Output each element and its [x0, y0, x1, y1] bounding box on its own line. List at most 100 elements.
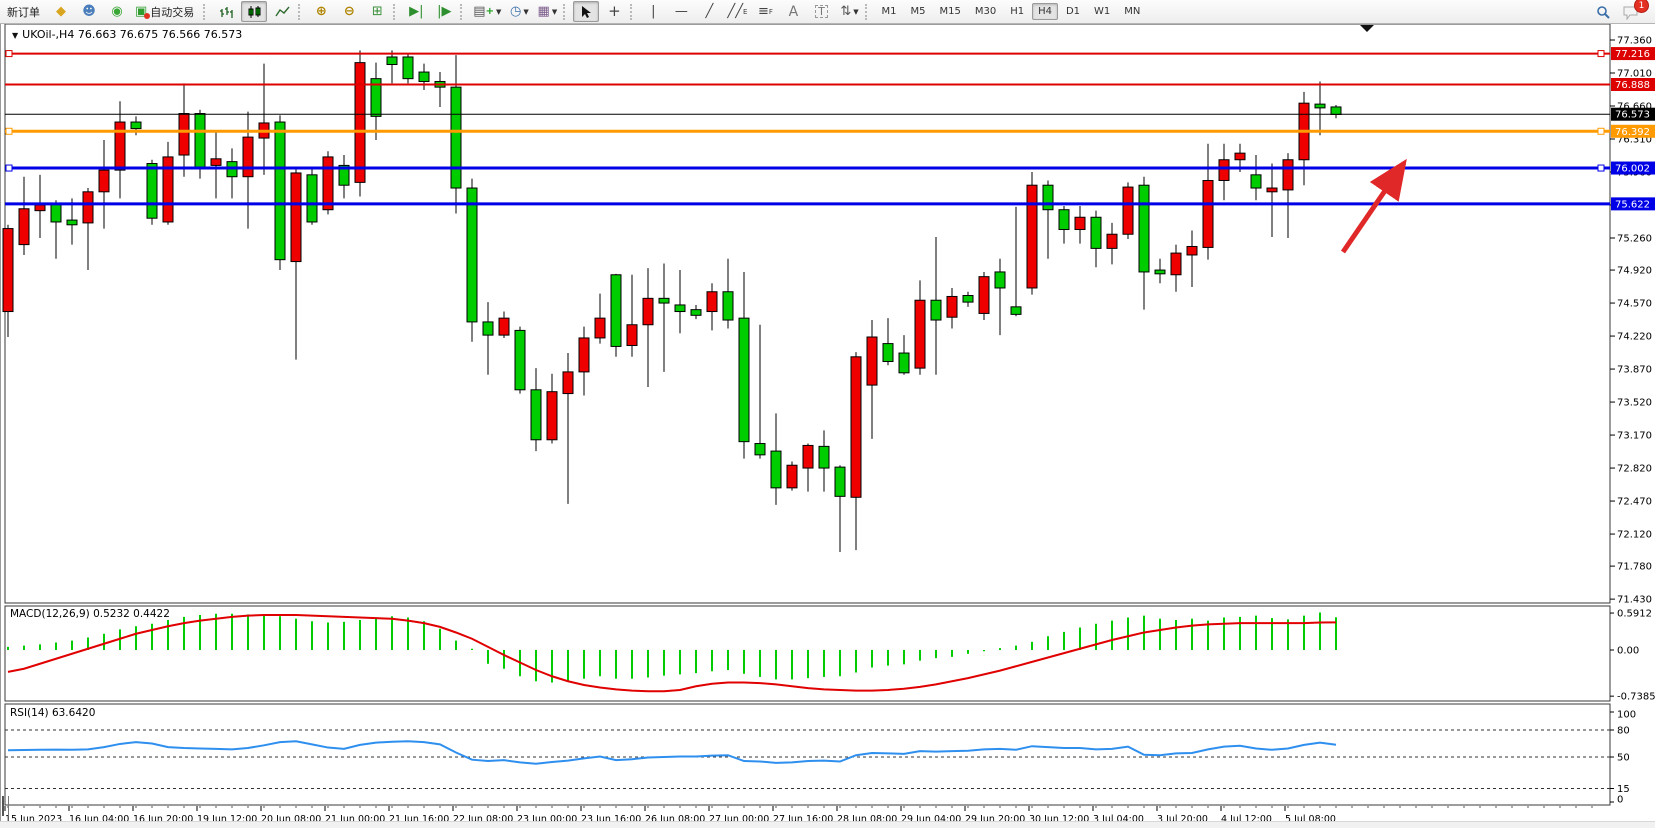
periods-button[interactable]: ◷▼	[506, 1, 532, 22]
candle-body[interactable]	[323, 157, 333, 210]
text-icon[interactable]: A	[780, 1, 806, 22]
line-handle[interactable]	[6, 51, 12, 57]
tile-windows-icon[interactable]: ⊞	[364, 1, 390, 22]
candle-body[interactable]	[403, 57, 413, 79]
candle-body[interactable]	[131, 122, 141, 129]
candle-body[interactable]	[451, 87, 461, 188]
candle-body[interactable]	[1075, 217, 1085, 229]
zoom-in-icon[interactable]: ⊕	[308, 1, 334, 22]
candle-body[interactable]	[931, 300, 941, 320]
candle-body[interactable]	[739, 318, 749, 442]
gold-doc-icon[interactable]: ◆	[48, 1, 74, 22]
line-handle[interactable]	[1598, 165, 1604, 171]
new-order-button[interactable]: 新订单	[1, 1, 46, 22]
candle-body[interactable]	[1155, 270, 1165, 274]
auto-scroll-icon[interactable]: ▶|	[403, 1, 429, 22]
zoom-out-icon[interactable]: ⊖	[336, 1, 362, 22]
hline-icon[interactable]: —	[668, 1, 694, 22]
candle-body[interactable]	[307, 175, 317, 222]
candle-body[interactable]	[1171, 253, 1181, 275]
template-button[interactable]: ▦▼	[534, 1, 560, 22]
candle-body[interactable]	[211, 159, 221, 166]
candle-body[interactable]	[515, 330, 525, 389]
candle-body[interactable]	[1123, 187, 1133, 234]
trendline-icon[interactable]: ╱	[696, 1, 722, 22]
candle-body[interactable]	[3, 229, 13, 312]
timeframe-button-m1[interactable]: M1	[875, 3, 902, 20]
candle-body[interactable]	[147, 164, 157, 219]
candle-body[interactable]	[851, 357, 861, 497]
candle-body[interactable]	[355, 63, 365, 183]
line-handle[interactable]	[1598, 128, 1604, 134]
cursor-icon[interactable]	[573, 1, 599, 22]
candle-body[interactable]	[963, 296, 973, 303]
signals-icon[interactable]: ◉	[104, 1, 130, 22]
candle-body[interactable]	[819, 446, 829, 468]
candle-body[interactable]	[755, 444, 765, 455]
candle-body[interactable]	[1203, 180, 1213, 247]
candle-body[interactable]	[1107, 234, 1117, 248]
main-panel[interactable]	[5, 24, 1610, 603]
candle-body[interactable]	[1043, 185, 1053, 210]
vline-icon[interactable]: |	[640, 1, 666, 22]
splitter-handle[interactable]	[2, 796, 9, 816]
indicators-button[interactable]: ▤+▼	[470, 1, 504, 22]
timeframe-button-mn[interactable]: MN	[1118, 3, 1146, 20]
candle-body[interactable]	[563, 372, 573, 394]
line-handle[interactable]	[6, 128, 12, 134]
candle-body[interactable]	[659, 298, 669, 303]
candle-body[interactable]	[1235, 153, 1245, 160]
candle-body[interactable]	[787, 465, 797, 488]
profile-icon[interactable]: ☻	[76, 1, 102, 22]
candle-body[interactable]	[547, 392, 557, 440]
candle-body[interactable]	[979, 277, 989, 314]
candle-body[interactable]	[867, 337, 877, 385]
candle-body[interactable]	[291, 173, 301, 262]
candle-body[interactable]	[915, 300, 925, 368]
candle-body[interactable]	[1187, 246, 1197, 254]
candle-body[interactable]	[771, 451, 781, 488]
chat-icon[interactable]: 1	[1618, 2, 1644, 23]
line-chart-icon[interactable]	[269, 1, 295, 22]
candle-body[interactable]	[179, 114, 189, 155]
channel-icon[interactable]: ╱╱E	[724, 1, 750, 22]
candle-body[interactable]	[499, 318, 509, 335]
candle-body[interactable]	[803, 445, 813, 468]
candle-body[interactable]	[675, 305, 685, 312]
bars-chart-icon[interactable]	[213, 1, 239, 22]
label-icon[interactable]: T	[808, 1, 834, 22]
candle-body[interactable]	[19, 209, 29, 245]
line-handle[interactable]	[6, 165, 12, 171]
candle-body[interactable]	[899, 353, 909, 373]
line-handle[interactable]	[1598, 51, 1604, 57]
candle-body[interactable]	[115, 122, 125, 170]
candle-body[interactable]	[947, 296, 957, 317]
candle-body[interactable]	[1139, 185, 1149, 272]
candle-body[interactable]	[611, 275, 621, 347]
timeframe-button-m5[interactable]: M5	[904, 3, 931, 20]
arrows-icon[interactable]: ⇅▼	[836, 1, 862, 22]
candle-body[interactable]	[531, 390, 541, 440]
candle-body[interactable]	[1091, 217, 1101, 248]
search-icon[interactable]	[1590, 2, 1616, 23]
candle-body[interactable]	[1331, 107, 1341, 115]
candles-chart-icon[interactable]	[241, 1, 267, 22]
chart-shift-icon[interactable]: |▶	[431, 1, 457, 22]
candle-body[interactable]	[67, 220, 77, 225]
rsi-panel[interactable]	[5, 704, 1610, 805]
candle-body[interactable]	[1315, 104, 1325, 108]
candle-body[interactable]	[1267, 188, 1277, 192]
candle-body[interactable]	[387, 57, 397, 65]
candle-body[interactable]	[419, 72, 429, 81]
candle-body[interactable]	[83, 192, 93, 223]
candle-body[interactable]	[51, 203, 61, 222]
candle-body[interactable]	[627, 325, 637, 346]
timeframe-button-h4[interactable]: H4	[1032, 3, 1058, 20]
candle-body[interactable]	[883, 344, 893, 362]
candle-body[interactable]	[579, 338, 589, 372]
candle-body[interactable]	[1251, 175, 1261, 188]
candle-body[interactable]	[99, 170, 109, 192]
timeframe-button-d1[interactable]: D1	[1060, 3, 1086, 20]
candle-body[interactable]	[1059, 210, 1069, 230]
candle-body[interactable]	[195, 114, 205, 169]
